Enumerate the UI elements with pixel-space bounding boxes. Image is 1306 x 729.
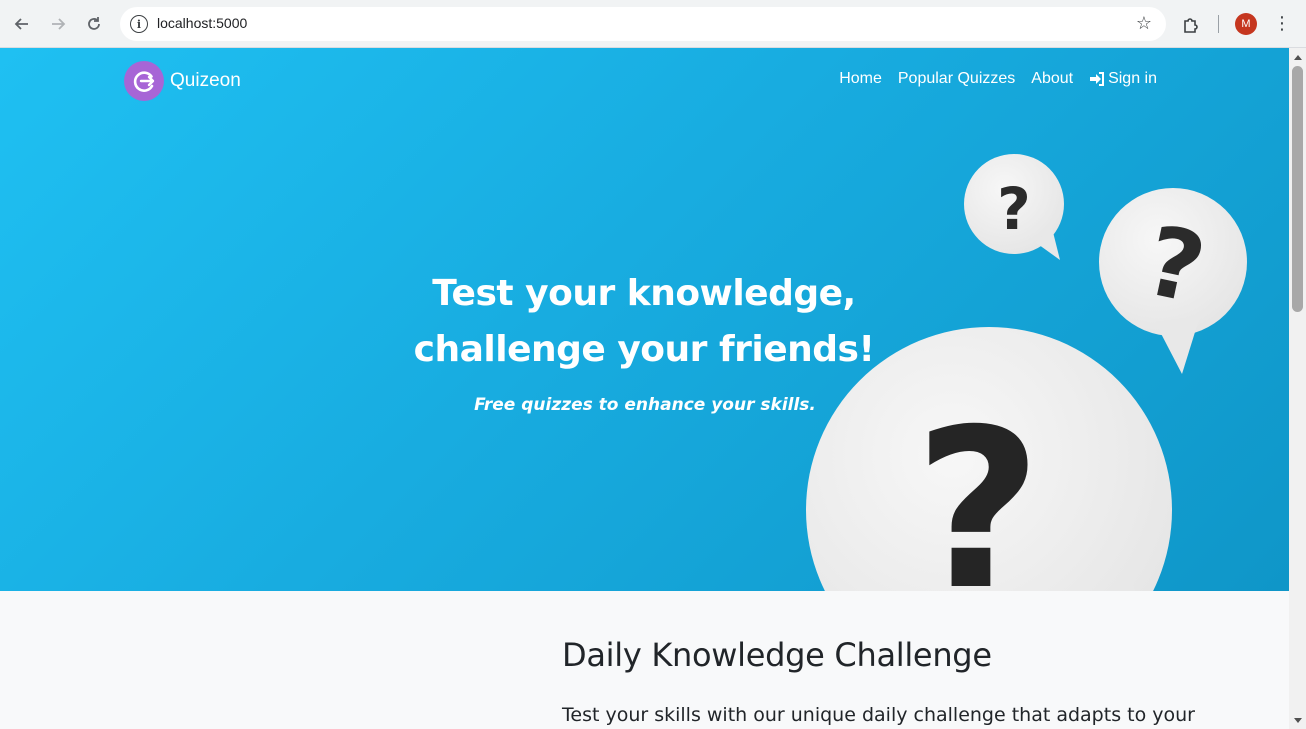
page-viewport: Quizeon Home Popular Quizzes About Sign … — [0, 48, 1289, 729]
brand-logo-icon — [124, 61, 164, 101]
svg-text:?: ? — [914, 382, 1042, 591]
reload-icon — [88, 17, 100, 30]
sign-in-label: Sign in — [1108, 70, 1157, 87]
forward-button[interactable] — [44, 8, 72, 40]
medium-question-bubble: ? — [1099, 188, 1247, 374]
nav-home[interactable]: Home — [839, 70, 882, 88]
site-info-icon[interactable]: i — [130, 15, 148, 33]
back-button[interactable] — [8, 8, 36, 40]
brand[interactable]: Quizeon — [124, 61, 241, 101]
svg-text:?: ? — [997, 175, 1031, 243]
hero-section: Quizeon Home Popular Quizzes About Sign … — [0, 48, 1289, 591]
scrollbar-thumb[interactable] — [1292, 66, 1303, 312]
profile-avatar[interactable]: M — [1235, 13, 1257, 35]
arrow-right-icon — [52, 18, 66, 30]
arrow-left-icon — [14, 18, 28, 30]
browser-menu-icon[interactable]: ⋮ — [1272, 12, 1292, 36]
sign-in-icon — [1090, 72, 1105, 86]
address-bar[interactable]: i localhost:5000 ☆ — [120, 7, 1166, 41]
url-text[interactable]: localhost:5000 — [157, 15, 247, 31]
browser-toolbar: i localhost:5000 ☆ M ⋮ — [0, 0, 1306, 48]
nav-about[interactable]: About — [1031, 70, 1073, 88]
hero-title: Test your knowledge, challenge your frie… — [413, 273, 875, 370]
small-question-bubble: ? — [964, 154, 1064, 260]
toolbar-divider — [1218, 15, 1219, 33]
brand-name: Quizeon — [170, 70, 241, 91]
nav-sign-in[interactable]: Sign in — [1089, 70, 1157, 88]
bookmark-star-icon[interactable]: ☆ — [1136, 13, 1152, 34]
reload-button[interactable] — [80, 8, 108, 40]
main-nav: Home Popular Quizzes About Sign in — [839, 70, 1157, 88]
section-text: Test your skills with our unique daily c… — [562, 704, 1195, 726]
scroll-down-icon[interactable] — [1289, 712, 1306, 729]
extensions-icon[interactable] — [1180, 12, 1204, 36]
page-scrollbar[interactable] — [1289, 48, 1306, 729]
section-title: Daily Knowledge Challenge — [562, 636, 992, 674]
hero-subtitle: Free quizzes to enhance your skills. — [474, 395, 816, 415]
nav-popular-quizzes[interactable]: Popular Quizzes — [898, 70, 1015, 88]
scroll-up-icon[interactable] — [1289, 48, 1306, 65]
